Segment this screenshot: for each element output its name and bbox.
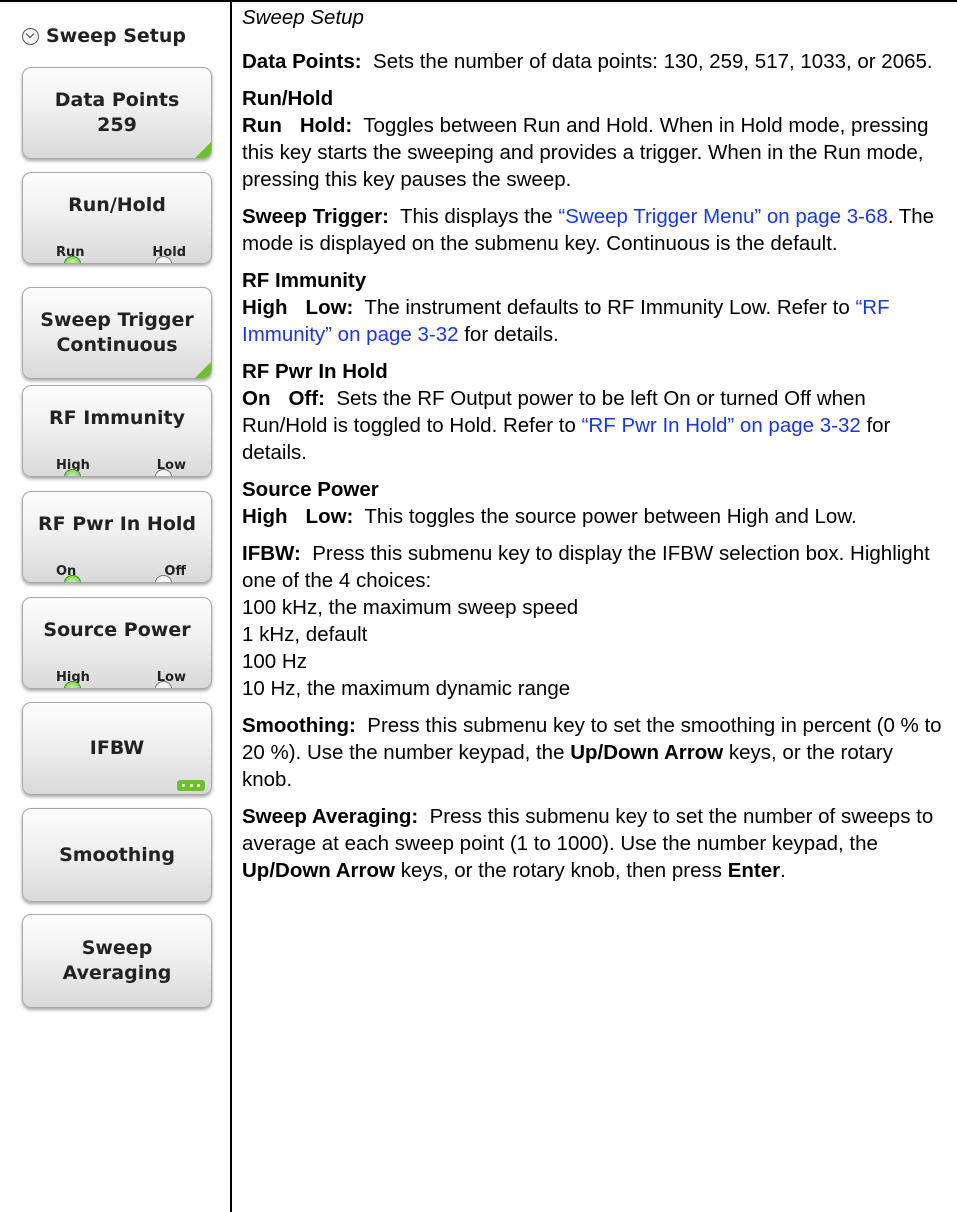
rf-pwr-in-hold-key[interactable]: RF Pwr In Hold On Off — [22, 491, 212, 583]
chevron-down-icon — [22, 27, 39, 45]
description-column: Sweep Setup Data Points: Sets the number… — [242, 4, 947, 884]
opt1: On — [242, 387, 271, 410]
key-value: 259 — [97, 114, 137, 136]
heading: Source Power — [242, 478, 379, 501]
text: keys, or the rotary knob, then press — [400, 859, 723, 882]
softkey-panel: Sweep Setup Data Points 259 Run/Hold Run… — [0, 0, 230, 1212]
smoothing-description: Smoothing: Press this submenu key to set… — [242, 712, 947, 793]
sweep-averaging-key[interactable]: Sweep Averaging — [22, 914, 212, 1008]
rf-pwr-in-hold-description: RF Pwr In Hold On Off: Sets the RF Output… — [242, 358, 947, 466]
text: Sets the number of data points: 130, 259… — [373, 50, 933, 73]
term: IFBW: — [242, 542, 301, 565]
indicator-led-on-icon — [64, 575, 81, 582]
source-power-key[interactable]: Source Power High Low — [22, 597, 212, 689]
term: Data Points: — [242, 50, 362, 73]
key-name: Up/Down Arrow — [570, 741, 724, 764]
run-hold-key[interactable]: Run/Hold Run Hold — [22, 172, 212, 264]
indicator-led-off-icon — [155, 575, 172, 582]
menu-title-label: Sweep Setup — [46, 25, 187, 47]
indicator-led-on-icon — [64, 681, 81, 688]
sweep-trigger-key[interactable]: Sweep Trigger Continuous — [22, 287, 212, 379]
ifbw-key[interactable]: IFBW — [22, 702, 212, 795]
rf-pwr-in-hold-link[interactable]: “RF Pwr In Hold” on page 3-32 — [582, 414, 861, 437]
text: This displays the — [400, 205, 553, 228]
menu-title[interactable]: Sweep Setup — [22, 24, 186, 48]
ifbw-choice: 100 kHz, the maximum sweep speed — [242, 596, 579, 619]
smoothing-key[interactable]: Smoothing — [22, 808, 212, 902]
key-label: Data Points — [54, 89, 180, 111]
ifbw-choice: 1 kHz, default — [242, 623, 368, 646]
key-label: RF Pwr In Hold — [38, 513, 196, 535]
text: This toggles the source power between Hi… — [364, 505, 857, 528]
column-divider — [230, 0, 232, 1212]
key-value: Continuous — [56, 334, 178, 356]
key-name: Up/Down Arrow — [242, 859, 395, 882]
submenu-corner-icon — [195, 142, 211, 158]
opt2: Low: — [305, 505, 354, 528]
data-points-description: Data Points: Sets the number of data poi… — [242, 48, 947, 75]
key-label: Source Power — [43, 619, 191, 641]
opt2: Off: — [288, 387, 325, 410]
opt1: High — [242, 505, 288, 528]
section-title: Sweep Setup — [242, 6, 364, 29]
opt1: High — [242, 296, 288, 319]
submenu-corner-icon — [195, 362, 211, 378]
term: Sweep Trigger: — [242, 205, 389, 228]
rf-immunity-description: RF Immunity High Low: The instrument defa… — [242, 267, 947, 348]
indicator-led-on-icon — [64, 256, 81, 263]
text: . — [780, 859, 786, 882]
sweep-trigger-menu-link[interactable]: “Sweep Trigger Menu” on page 3-68 — [558, 205, 887, 228]
data-points-key[interactable]: Data Points 259 — [22, 67, 212, 159]
opt2: Hold: — [299, 114, 353, 137]
heading: Run/Hold — [242, 87, 334, 110]
opt2: Low: — [305, 296, 354, 319]
rf-immunity-key[interactable]: RF Immunity High Low — [22, 385, 212, 477]
key-name: Enter — [727, 859, 781, 882]
ifbw-choice: 100 Hz — [242, 650, 307, 673]
ifbw-choice: 10 Hz, the maximum dynamic range — [242, 677, 571, 700]
text: Press this submenu key to display the IF… — [242, 542, 930, 592]
sweep-trigger-description: Sweep Trigger: This displays the “Sweep … — [242, 203, 947, 257]
key-label-line2: Averaging — [62, 962, 172, 984]
text: The instrument defaults to RF Immunity L… — [364, 296, 850, 319]
key-label: Smoothing — [59, 843, 175, 866]
sweep-averaging-description: Sweep Averaging: Press this submenu key … — [242, 803, 947, 884]
indicator-led-off-icon — [155, 256, 172, 263]
text: for details. — [464, 323, 559, 346]
key-label: RF Immunity — [49, 407, 185, 429]
indicator-led-off-icon — [155, 681, 172, 688]
ifbw-description: IFBW: Press this submenu key to display … — [242, 540, 947, 702]
term: Smoothing: — [242, 714, 356, 737]
heading: RF Immunity — [242, 269, 367, 292]
key-label: Sweep Trigger — [40, 309, 194, 331]
indicator-led-off-icon — [155, 469, 172, 476]
source-power-description: Source Power High Low: This toggles the s… — [242, 476, 947, 530]
key-label: Run/Hold — [68, 194, 166, 216]
run-hold-description: Run/Hold Run Hold: Toggles between Run an… — [242, 85, 947, 193]
more-options-icon — [177, 780, 205, 791]
heading: RF Pwr In Hold — [242, 360, 388, 383]
opt1: Run — [242, 114, 282, 137]
key-label: IFBW — [89, 737, 145, 759]
term: Sweep Averaging: — [242, 805, 419, 828]
key-label: Sweep — [81, 937, 153, 959]
indicator-led-on-icon — [64, 469, 81, 476]
